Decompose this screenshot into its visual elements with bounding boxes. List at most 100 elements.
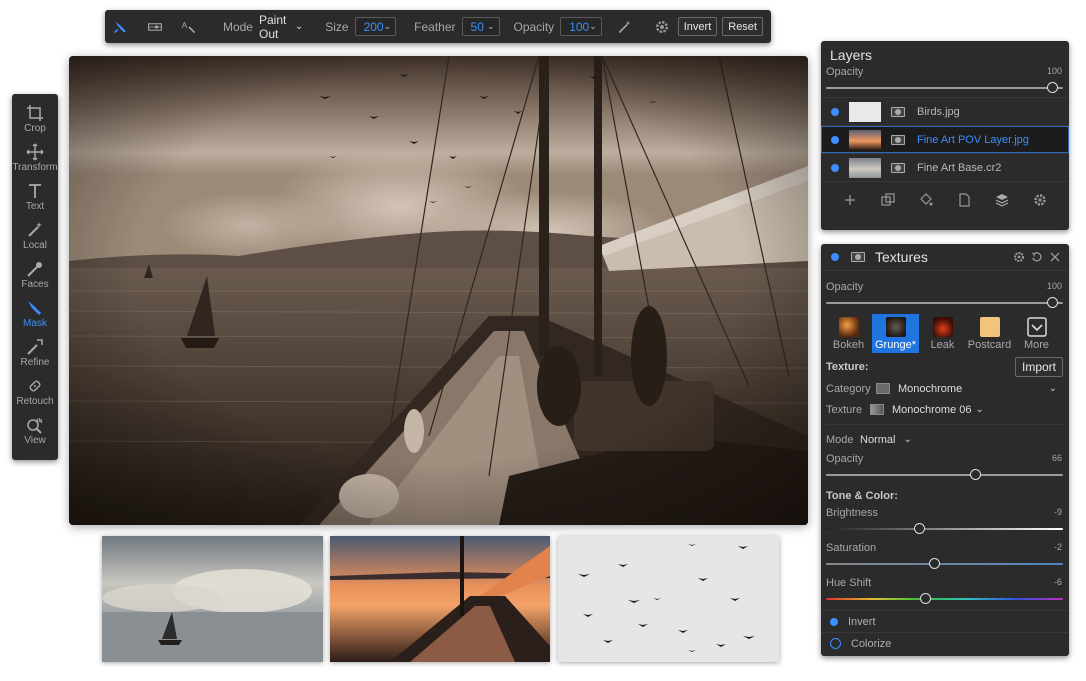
brightness-slider[interactable]: Brightness -9 [821,504,1069,534]
mode-select[interactable]: Mode Paint Out ⌄ [223,13,303,41]
divider [826,424,1064,425]
category-select[interactable]: Category Monochrome ⌄ [821,378,1069,399]
textures-opacity-slider[interactable]: Opacity 100 [821,278,1069,308]
layer-mask-icon[interactable] [891,134,905,145]
colorize-off-ring[interactable] [830,638,841,649]
more-chevron-icon [1026,317,1047,337]
category-label: More [1023,339,1050,351]
opacity-value: 100 [569,19,590,34]
reset-icon[interactable] [1031,251,1043,263]
slider-track[interactable] [826,598,1063,600]
tool-local[interactable]: Local [12,217,58,256]
colorize-toggle[interactable]: Colorize [821,632,1069,654]
duplicate-layer-icon[interactable] [881,192,895,207]
fill-layer-icon[interactable] [919,192,933,207]
visibility-dot[interactable] [831,163,839,172]
hue-shift-slider[interactable]: Hue Shift -6 [821,574,1069,604]
tool-crop[interactable]: Crop [12,100,58,139]
close-icon[interactable] [1049,251,1061,263]
slider-value: 100 [1046,281,1062,291]
magic-wand-icon[interactable] [616,17,632,37]
gear-icon[interactable] [1033,193,1047,207]
tool-mask[interactable]: Mask [12,295,58,334]
slider-knob[interactable] [920,593,932,604]
slider-track[interactable] [826,528,1063,530]
text-icon [29,184,41,198]
visibility-dot[interactable] [831,135,839,144]
chevron-down-icon: ⌄ [383,21,392,31]
texture-heading: Texture: [826,361,869,373]
slider-knob[interactable] [913,523,925,534]
reset-button[interactable]: Reset [722,17,763,36]
tool-view[interactable]: View [12,412,58,451]
chevron-down-icon: ⌄ [975,404,984,415]
layer-name: Fine Art Base.cr2 [917,161,1002,174]
slider-knob[interactable] [1047,82,1058,93]
tool-label: Local [23,240,47,251]
thumbnail-pov-layer[interactable] [330,536,550,662]
layer-row-pov[interactable]: Fine Art POV Layer.jpg [821,125,1069,153]
opacity-input[interactable]: 100 ⌄ [560,17,602,36]
layers-opacity-slider[interactable]: Opacity 100 [821,63,1069,93]
category-bokeh[interactable]: Bokeh [825,314,872,353]
slider-label: Opacity [826,66,864,78]
category-more[interactable]: More [1013,314,1060,353]
slider-knob[interactable] [970,469,982,480]
crop-icon [27,105,43,121]
invert-on-dot[interactable] [830,617,838,626]
texture-opacity-slider[interactable]: Opacity 66 [821,450,1069,480]
texture-select[interactable]: Texture Monochrome 06 ⌄ [821,399,1069,420]
tool-retouch[interactable]: Retouch [12,373,58,412]
slider-label: Opacity [826,453,864,465]
slider-track[interactable] [826,474,1063,476]
layer-name: Fine Art POV Layer.jpg [917,133,1029,146]
layer-row-birds[interactable]: Birds.jpg [821,97,1069,125]
category-leak[interactable]: Leak [919,314,966,353]
size-value: 200 [363,19,384,34]
mask-line-icon[interactable] [147,17,163,37]
layer-thumbnail [849,101,881,122]
tool-refine[interactable]: Refine [12,334,58,373]
auto-mask-icon[interactable]: A [181,17,197,37]
category-postcard[interactable]: Postcard [966,314,1013,353]
invert-toggle[interactable]: Invert [821,610,1069,632]
retouch-icon [29,380,41,392]
invert-button[interactable]: Invert [677,17,718,36]
gear-icon[interactable] [1013,251,1025,263]
saturation-slider[interactable]: Saturation -2 [821,539,1069,569]
feather-value: 50 [470,19,484,34]
category-label: Category [826,382,871,395]
new-document-icon[interactable] [957,192,971,207]
layer-mask-icon[interactable] [891,162,905,173]
import-button[interactable]: Import [1014,357,1063,377]
thumbnail-base-layer[interactable] [102,536,323,662]
thumbnail-birds-layer[interactable] [558,536,779,662]
gear-icon[interactable] [654,17,670,37]
slider-track[interactable] [826,302,1063,304]
layer-mask-icon[interactable] [891,106,905,117]
layer-row-base[interactable]: Fine Art Base.cr2 [821,153,1069,181]
mask-brush-icon[interactable] [113,17,129,37]
visibility-dot[interactable] [831,253,839,261]
main-canvas-image[interactable] [69,56,808,525]
category-grunge[interactable]: Grunge* [872,314,919,353]
tool-faces[interactable]: Faces [12,256,58,295]
tool-text[interactable]: Text [12,178,58,217]
slider-knob[interactable] [929,558,941,569]
textures-header: Textures [821,244,1069,271]
tool-label: View [24,435,46,446]
layers-stack-icon[interactable] [995,193,1009,207]
visibility-dot[interactable] [831,107,839,116]
mask-icon[interactable] [851,252,865,262]
tool-transform[interactable]: Transform [12,139,58,178]
slider-track[interactable] [826,87,1063,89]
postcard-swatch [979,317,1000,337]
slider-knob[interactable] [1047,297,1058,308]
add-layer-icon[interactable] [843,193,857,207]
slider-value: 100 [1046,66,1062,76]
layers-panel: Layers Opacity 100 Birds.jpg Fine Art PO… [821,41,1069,230]
mode-select[interactable]: Mode Normal ⌄ [821,429,1069,450]
size-input[interactable]: 200 ⌄ [354,17,397,36]
slider-track[interactable] [826,563,1063,565]
feather-input[interactable]: 50 ⌄ [461,17,500,36]
